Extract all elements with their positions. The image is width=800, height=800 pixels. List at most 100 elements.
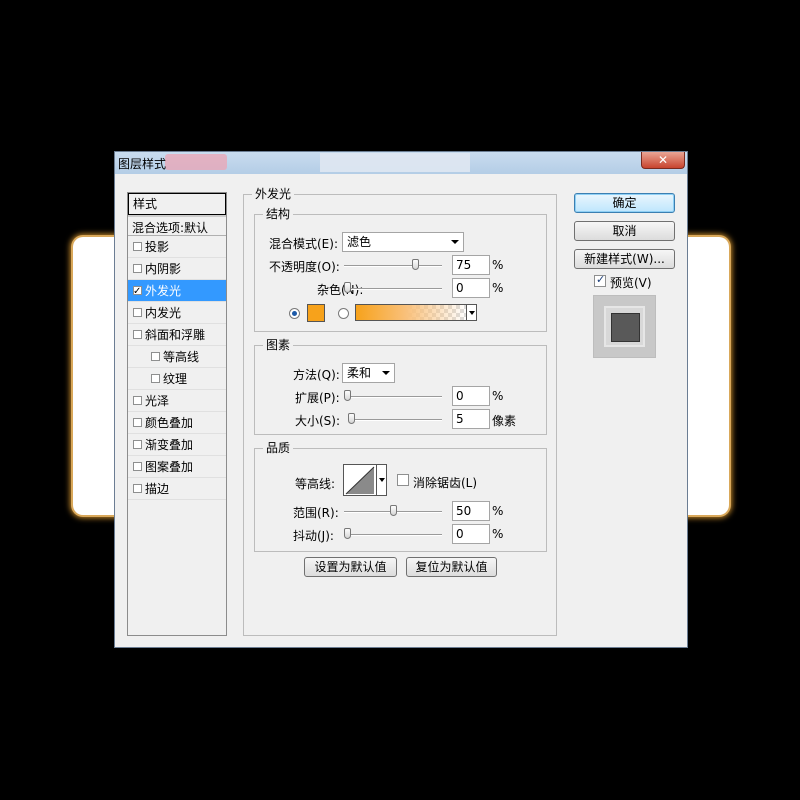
opacity-input[interactable]: 75 [452, 255, 490, 275]
style-list-item[interactable]: 内阴影 [128, 258, 226, 280]
range-input[interactable]: 50 [452, 501, 490, 521]
gradient-radio[interactable] [338, 308, 349, 319]
elements-title: 图素 [263, 338, 294, 352]
new-style-button[interactable]: 新建样式(W)... [574, 249, 675, 269]
method-select[interactable]: 柔和 [342, 363, 395, 383]
title-bar-blur [320, 153, 470, 172]
style-list-item[interactable]: 内发光 [128, 302, 226, 324]
noise-slider-thumb[interactable] [344, 282, 351, 293]
style-list-item[interactable]: 光泽 [128, 390, 226, 412]
jitter-input[interactable]: 0 [452, 524, 490, 544]
preview-glow [606, 308, 643, 345]
style-checkbox[interactable] [133, 242, 142, 251]
style-checkbox[interactable] [133, 462, 142, 471]
style-list-item-label: 描边 [145, 481, 170, 496]
blend-mode-label: 混合模式(E): [269, 237, 338, 251]
range-unit: % [492, 504, 504, 518]
blend-options-item[interactable]: 混合选项:默认 [128, 215, 226, 236]
noise-slider-track[interactable] [344, 288, 442, 290]
style-checkbox[interactable] [133, 308, 142, 317]
style-checkbox[interactable] [133, 264, 142, 273]
preview-square [611, 313, 640, 342]
antialias-label: 消除锯齿(L) [413, 476, 478, 490]
opacity-unit: % [492, 258, 504, 272]
close-icon: ✕ [657, 153, 669, 167]
style-checkbox[interactable] [133, 330, 142, 339]
jitter-unit: % [492, 527, 504, 541]
size-unit: 像素 [492, 414, 517, 428]
style-list-item[interactable]: 纹理 [128, 368, 226, 390]
chevron-down-icon [382, 371, 390, 375]
style-list-item[interactable]: 渐变叠加 [128, 434, 226, 456]
size-slider-track[interactable] [348, 419, 442, 421]
style-list-item[interactable]: 外发光 [128, 280, 226, 303]
method-value: 柔和 [347, 366, 372, 380]
style-list: 样式 混合选项:默认 投影内阴影外发光内发光斜面和浮雕等高线纹理光泽颜色叠加渐变… [127, 192, 227, 636]
elements-group: 图素 方法(Q): 柔和 扩展(P): 0 % 大小(S): 5 像素 [254, 338, 547, 435]
range-label: 范围(R): [293, 506, 339, 520]
solid-color-radio[interactable] [289, 308, 300, 319]
close-button[interactable]: ✕ [641, 152, 685, 169]
spread-slider-track[interactable] [344, 396, 442, 398]
size-slider-thumb[interactable] [348, 413, 355, 424]
window-title: 图层样式 [118, 157, 167, 171]
style-list-item[interactable]: 图案叠加 [128, 456, 226, 478]
outer-glow-title: 外发光 [252, 187, 295, 201]
style-checkbox[interactable] [151, 374, 160, 383]
noise-unit: % [492, 281, 504, 295]
preview-checkbox[interactable] [594, 273, 606, 287]
style-list-item[interactable]: 颜色叠加 [128, 412, 226, 434]
contour-dropdown[interactable] [377, 464, 387, 496]
opacity-label: 不透明度(O): [269, 260, 340, 274]
style-list-item-label: 渐变叠加 [145, 437, 194, 452]
style-checkbox[interactable] [133, 440, 142, 449]
style-list-item[interactable]: 投影 [128, 236, 226, 258]
style-checkbox[interactable] [151, 352, 160, 361]
glow-color-swatch[interactable] [307, 304, 325, 322]
style-checkbox[interactable] [133, 396, 142, 405]
spread-unit: % [492, 389, 504, 403]
spread-slider-thumb[interactable] [344, 390, 351, 401]
jitter-slider-thumb[interactable] [344, 528, 351, 539]
ok-button[interactable]: 确定 [574, 193, 675, 213]
style-list-item-label: 斜面和浮雕 [145, 327, 206, 342]
gradient-picker[interactable] [355, 304, 467, 321]
gradient-dropdown[interactable] [466, 304, 477, 321]
blend-mode-select[interactable]: 滤色 [342, 232, 464, 252]
noise-input[interactable]: 0 [452, 278, 490, 298]
preview-thumbnail [593, 295, 656, 358]
method-label: 方法(Q): [293, 368, 340, 382]
outer-glow-group: 外发光 结构 混合模式(E): 滤色 不透明度(O): 75 % 杂色(N): … [243, 187, 557, 636]
style-list-item[interactable]: 描边 [128, 478, 226, 500]
spread-label: 扩展(P): [295, 391, 340, 405]
style-list-header[interactable]: 样式 [128, 193, 226, 215]
style-list-item-label: 光泽 [145, 393, 170, 408]
range-slider-thumb[interactable] [389, 505, 397, 516]
style-list-item-label: 内阴影 [145, 261, 182, 276]
cancel-button[interactable]: 取消 [574, 221, 675, 241]
style-checkbox[interactable] [133, 484, 142, 493]
style-list-item-label: 内发光 [145, 305, 182, 320]
set-default-button[interactable]: 设置为默认值 [304, 557, 397, 577]
contour-label: 等高线: [295, 477, 336, 491]
opacity-slider-thumb[interactable] [412, 259, 420, 270]
title-bar[interactable]: 图层样式 ✕ [115, 152, 687, 174]
opacity-slider-track[interactable] [344, 265, 442, 267]
contour-curve-icon [345, 466, 375, 495]
style-list-item-label: 等高线 [163, 349, 200, 364]
antialias-checkbox[interactable] [397, 474, 409, 486]
contour-picker[interactable] [343, 464, 377, 496]
style-checkbox[interactable] [133, 281, 142, 303]
reset-default-button[interactable]: 复位为默认值 [406, 557, 497, 577]
size-input[interactable]: 5 [452, 409, 490, 429]
style-list-item[interactable]: 等高线 [128, 346, 226, 368]
chevron-down-icon [451, 240, 459, 244]
style-list-item-label: 颜色叠加 [145, 415, 194, 430]
structure-group: 结构 混合模式(E): 滤色 不透明度(O): 75 % 杂色(N): 0 % [254, 207, 547, 332]
style-list-item[interactable]: 斜面和浮雕 [128, 324, 226, 346]
spread-input[interactable]: 0 [452, 386, 490, 406]
style-checkbox[interactable] [133, 418, 142, 427]
jitter-slider-track[interactable] [344, 534, 442, 536]
jitter-label: 抖动(J): [293, 529, 334, 543]
title-bar-blur [165, 154, 227, 170]
